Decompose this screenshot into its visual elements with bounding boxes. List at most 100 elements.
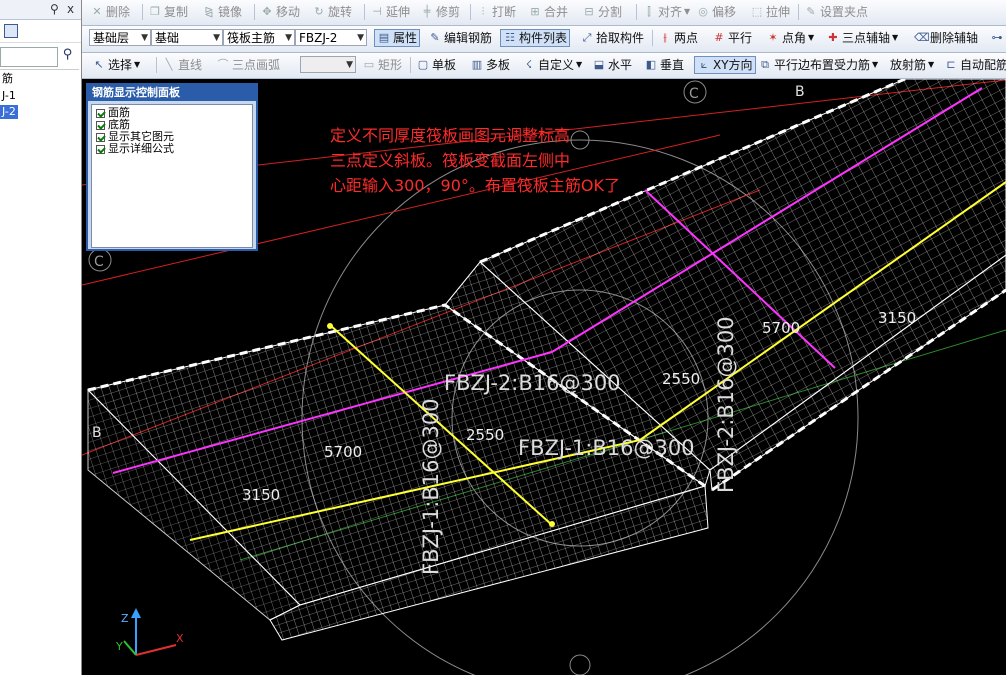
xy-direction-button[interactable]: ⟀ XY方向 [694,56,756,74]
merge-button[interactable]: ⊞ 合并 [528,3,568,21]
checkbox-face-rebar[interactable] [96,108,105,118]
custom-button[interactable]: ☇ 自定义 ▼ [522,56,582,74]
list-icon: ☷ [505,31,515,44]
checkbox-show-formula[interactable] [96,144,105,154]
properties-button[interactable]: ▤ 属性 [374,29,421,47]
two-points-button[interactable]: ⫲ 两点 [658,29,698,47]
mirror-button[interactable]: ⧎ 镜像 [202,3,242,21]
multi-plate-button[interactable]: ▥ 多板 [470,56,510,74]
axis-label-b-right: B [795,84,805,100]
copy-icon[interactable] [4,24,18,38]
split-button[interactable]: ⊟ 分割 [582,3,622,21]
auto-config-button[interactable]: ⊏ 自动配筋 [944,56,1006,74]
arc-mode-select[interactable]: ▼ [300,56,356,73]
dimension-label: 5700 [324,443,362,461]
break-button[interactable]: ⫶ 打断 [476,3,516,21]
element-type-select[interactable]: 筏板主筋 ▼ [223,29,295,46]
line-button[interactable]: ╲ 直线 [162,56,202,74]
auto-config-icon: ⊏ [946,58,956,71]
rebar-display-options: 面筋 底筋 显示其它图元 显示详细公式 [91,104,253,248]
search-icon[interactable]: ⚲ [58,47,77,66]
rectangle-button[interactable]: ▭ 矩形 [362,56,402,74]
parallel-edge-icon: ⧉ [761,58,769,71]
extend-button[interactable]: ⊣ 延伸 [370,3,410,21]
parallel-button[interactable]: # 平行 [712,29,752,47]
break-icon: ⫶ [481,5,485,18]
category-select[interactable]: 基础 ▼ [151,29,223,46]
xy-direction-icon: ⟀ [700,58,708,71]
align-icon: ⫿ [647,5,651,18]
element-list-button[interactable]: ☷ 构件列表 [500,29,571,47]
edit-rebar-button[interactable]: ✎ 编辑钢筋 [428,29,492,47]
axis-label-c-top: C [689,86,699,102]
axis-z-label: Z [121,612,129,625]
split-icon: ⊟ [584,5,594,18]
rotate-icon: ↻ [314,5,324,18]
parallel-icon: # [714,31,724,44]
floor-select[interactable]: 基础层 ▼ [89,29,151,46]
left-panel-header: ⚲ x [0,0,81,20]
copy-button[interactable]: ❐ 复制 [148,3,188,21]
rotate-button[interactable]: ↻ 旋转 [312,3,352,21]
three-point-axis-button[interactable]: ✚ 三点辅轴 ▼ [826,29,898,47]
checkbox-show-other[interactable] [96,132,105,142]
dimension-label: 3150 [878,309,916,327]
align-button[interactable]: ⫿ 对齐 ▼ [642,3,690,21]
search-input[interactable] [0,47,58,67]
line-icon: ╲ [165,58,173,71]
delete-axis-button[interactable]: ⌫ 删除辅轴 [914,29,978,47]
pick-element-button[interactable]: ⤢ 拾取构件 [580,29,644,47]
select-button[interactable]: ↖ 选择 ▼ [92,56,140,74]
dimension-label: 2550 [466,426,504,444]
stretch-button[interactable]: ⬚ 拉伸 [750,3,790,21]
point-angle-button[interactable]: ✶ 点角 ▼ [766,29,814,47]
single-plate-button[interactable]: ▢ 单板 [416,56,456,74]
close-icon[interactable]: x [67,2,74,16]
element-select[interactable]: FBZJ-2 ▼ [295,29,367,46]
left-panel-toolbar [0,20,81,43]
radial-rebar-button[interactable]: 放射筋 ▼ [890,56,934,74]
dimension-label: 3150 [242,486,280,504]
move-icon: ✥ [262,5,272,18]
tree-item-rebar[interactable]: 筋 [0,72,15,86]
horizontal-button[interactable]: ⬓ 水平 [592,56,632,74]
draw-toolbar: ↖ 选择 ▼ ╲ 直线 ⌒ 三点画弧 ▼ ▭ 矩形 ▢ 单板 ▥ 多板 ☇ 自定义 ▼ ⬓ 水平 ◧… [82,53,1006,79]
move-button[interactable]: ✥ 移动 [260,3,300,21]
rectangle-icon: ▭ [363,58,375,71]
annotation-line-1: 定义不同厚度筏板画图元调整标高 [330,126,571,145]
horizontal-icon: ⬓ [593,58,605,71]
chevron-down-icon: ▼ [134,60,141,69]
axis-label-b-left: B [92,425,102,441]
left-panel: ⚲ x ⚲ 筋 J-1 J-2 [0,0,82,675]
offset-icon: ◎ [698,5,708,18]
option-show-formula[interactable]: 显示详细公式 [96,143,174,155]
more-icon[interactable]: ⊶ [990,29,1004,47]
offset-button[interactable]: ◎ 偏移 [696,3,736,21]
multi-plate-icon: ▥ [471,58,483,71]
vertical-button[interactable]: ◧ 垂直 [644,56,684,74]
trim-button[interactable]: ╪ 修剪 [420,3,460,21]
chevron-down-icon: ▼ [808,33,815,42]
pin-icon[interactable]: ⚲ [50,2,59,16]
chevron-down-icon: ▼ [928,60,935,69]
pick-icon: ⤢ [582,31,592,44]
single-plate-icon: ▢ [417,58,429,71]
rebar-label-fbzj-2-vertical: FBZJ-2:B16@300 [714,316,738,493]
three-point-axis-icon: ✚ [828,31,838,44]
parallel-edge-rebar-button[interactable]: ⧉ 平行边布置受力筋 ▼ [758,56,878,74]
trim-icon: ╪ [423,5,431,18]
rebar-display-panel: 钢筋显示控制面板 面筋 底筋 显示其它图元 显示详细公式 [86,83,258,251]
custom-icon: ☇ [525,58,533,71]
properties-icon: ▤ [378,31,390,44]
grip-icon: ✎ [806,5,816,18]
set-grip-button[interactable]: ✎ 设置夹点 [804,3,868,21]
three-point-arc-button[interactable]: ⌒ 三点画弧 [216,56,281,74]
stretch-icon: ⬚ [751,5,763,18]
tree-item-fbzj-2[interactable]: J-2 [0,105,18,119]
checkbox-bottom-rebar[interactable] [96,120,105,130]
delete-button[interactable]: ✕ 删除 [90,3,130,21]
chevron-down-icon: ▼ [285,33,292,43]
tree-item-fbzj-1[interactable]: J-1 [0,89,18,103]
dimension-label: 2550 [662,370,700,388]
two-points-icon: ⫲ [663,31,667,44]
